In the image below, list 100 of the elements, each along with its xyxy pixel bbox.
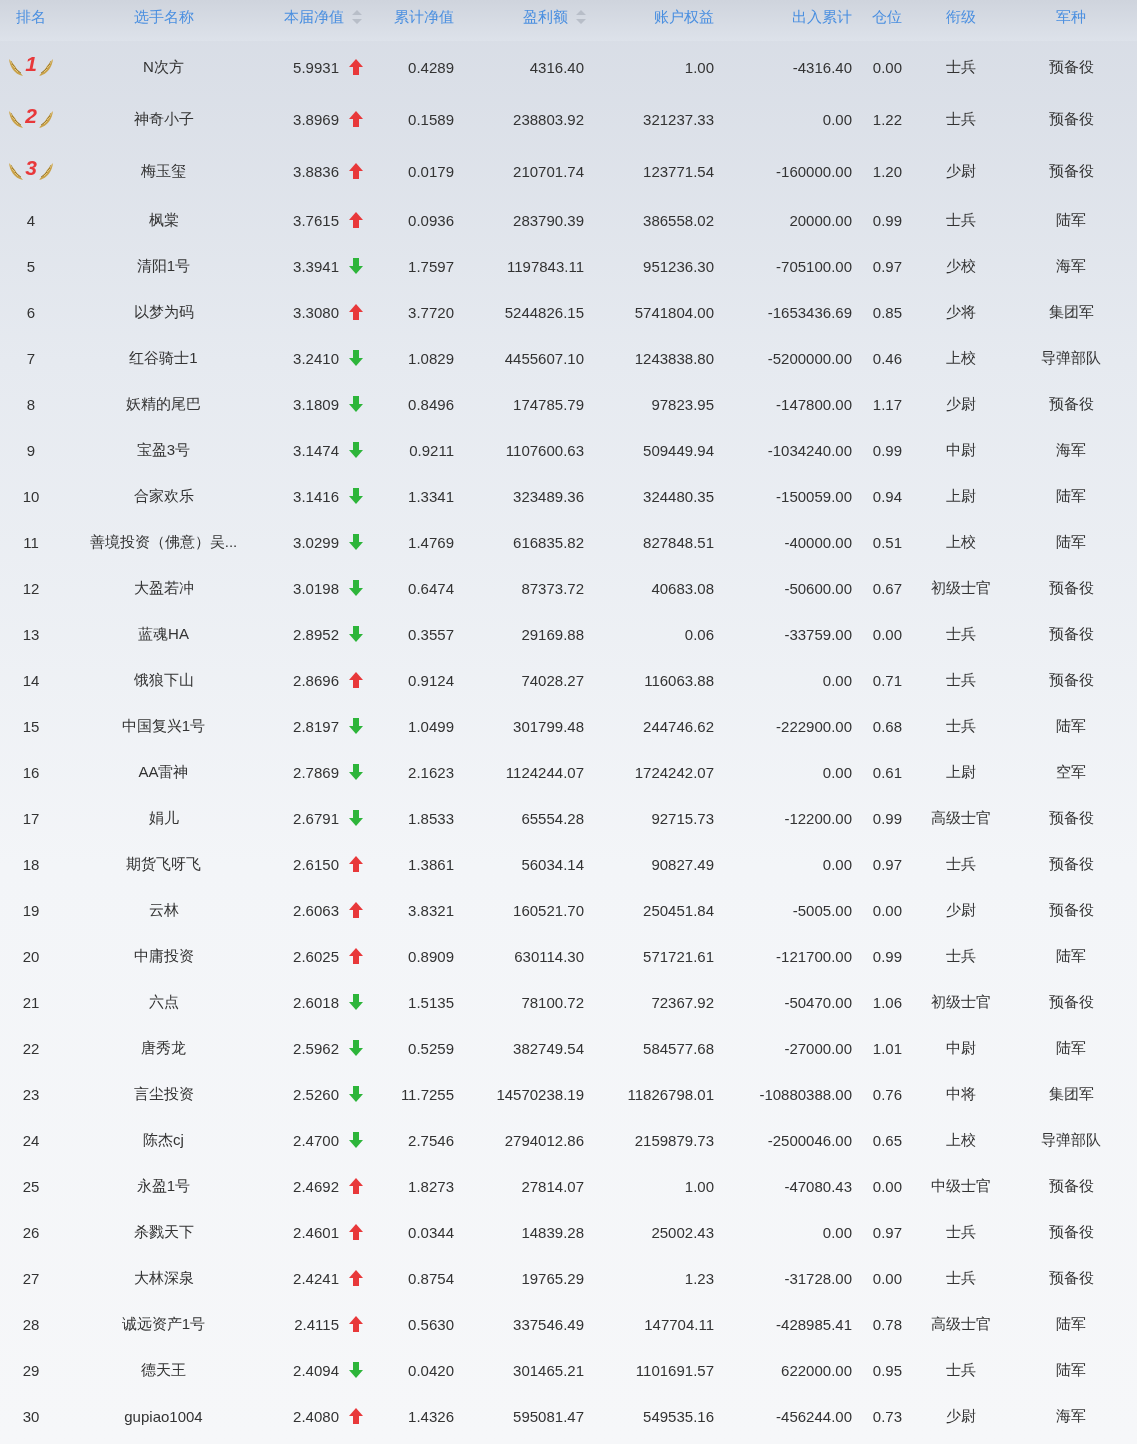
table-cell: 56034.14	[521, 855, 584, 873]
table-cell: 0.65	[872, 1131, 902, 1149]
table-cell: 集团军	[1048, 302, 1094, 320]
table-cell: 导弹部队	[1041, 1130, 1101, 1148]
table-cell: 116063.88	[644, 671, 714, 689]
table-cell: 永盈1号	[136, 1176, 191, 1194]
column-header: 累计净值	[394, 7, 454, 27]
table-cell: 清阳1号	[136, 256, 191, 274]
table-cell: 预备役	[1048, 1222, 1094, 1240]
rank-number: 27	[22, 1269, 40, 1287]
table-cell: 3.7720	[408, 303, 454, 321]
rank-number: 8	[26, 395, 36, 413]
rank-number: 3	[25, 156, 37, 180]
table-cell: 士兵	[946, 1268, 976, 1286]
rank-number: 29	[22, 1361, 40, 1379]
rank-number: 9	[26, 441, 36, 459]
table-cell: 210701.74	[513, 162, 584, 180]
rank-number: 4	[26, 211, 36, 229]
rank-number: 22	[22, 1039, 40, 1057]
table-cell: 德天王	[141, 1360, 186, 1378]
table-cell: 0.71	[872, 671, 902, 689]
table-cell: 1724242.07	[634, 763, 714, 781]
table-cell: 梅玉玺	[141, 161, 186, 179]
table-cell: 5244826.15	[504, 303, 584, 321]
table-cell: 2.4115	[294, 1315, 339, 1333]
table-cell: 0.00	[822, 110, 852, 128]
table-cell: 神奇小子	[133, 109, 194, 127]
table-cell: 90827.49	[651, 855, 714, 873]
table-cell: 士兵	[946, 57, 976, 75]
table-cell: 549535.16	[643, 1407, 714, 1425]
rank-number: 25	[22, 1177, 40, 1195]
table-cell: 1.23	[684, 1269, 714, 1287]
table-cell: 250451.84	[643, 901, 714, 919]
column-header: 仓位	[872, 7, 902, 27]
table-cell: -33759.00	[784, 625, 852, 643]
table-cell: -1034240.00	[767, 441, 852, 459]
table-cell: 大盈若冲	[133, 578, 194, 596]
table-cell: 1.0829	[408, 349, 454, 367]
table-cell: 321237.33	[643, 110, 714, 128]
column-header: 出入累计	[792, 7, 852, 27]
table-cell: 1.0499	[408, 717, 454, 735]
table-cell: 11.7255	[400, 1085, 454, 1103]
table-cell: 0.99	[872, 947, 902, 965]
table-cell: -12200.00	[784, 809, 852, 827]
table-cell: 1.06	[872, 993, 902, 1011]
column-header[interactable]: 盈利额	[523, 7, 568, 27]
table-cell: 妖精的尾巴	[126, 394, 201, 412]
table-cell: 士兵	[946, 854, 976, 872]
table-cell: 0.06	[684, 625, 714, 643]
table-cell: 0.9124	[408, 671, 454, 689]
rank-number: 15	[22, 717, 40, 735]
table-cell: 2.8197	[293, 717, 339, 735]
table-cell: 0.99	[872, 211, 902, 229]
table-cell: 595081.47	[513, 1407, 584, 1425]
table-cell: 3.8969	[293, 110, 339, 128]
rank-number: 6	[26, 303, 36, 321]
column-header[interactable]: 本届净值	[284, 7, 344, 27]
table-cell: 5.9931	[293, 58, 339, 76]
table-cell: 1.5135	[408, 993, 454, 1011]
table-cell: 616835.82	[513, 533, 584, 551]
sort-icon[interactable]	[352, 10, 362, 24]
table-cell: 1243838.80	[634, 349, 714, 367]
table-cell: 预备役	[1048, 992, 1094, 1010]
column-header: 排名	[16, 7, 46, 27]
table-cell: 386558.02	[643, 211, 714, 229]
table-cell: 士兵	[946, 670, 976, 688]
table-cell: -47080.43	[784, 1177, 852, 1195]
table-cell: 301465.21	[513, 1361, 584, 1379]
table-cell: 预备役	[1048, 1268, 1094, 1286]
table-cell: 士兵	[946, 1222, 976, 1240]
table-cell: 0.3557	[408, 625, 454, 643]
table-cell: 初级士官	[931, 992, 991, 1010]
table-cell: 少将	[946, 302, 976, 320]
table-cell: 1.3861	[408, 855, 454, 873]
table-cell: 陆军	[1056, 716, 1086, 734]
table-cell: 期货飞呀飞	[126, 854, 201, 872]
table-cell: 少尉	[946, 394, 976, 412]
table-cell: 0.46	[872, 349, 902, 367]
table-cell: AA雷神	[138, 762, 189, 780]
table-cell: 0.00	[822, 763, 852, 781]
table-cell: 244746.62	[643, 717, 714, 735]
table-cell: 20000.00	[789, 211, 852, 229]
table-cell: 3.1809	[293, 395, 339, 413]
table-cell: 0.99	[872, 809, 902, 827]
table-cell: -160000.00	[776, 162, 852, 180]
table-cell: 40683.08	[651, 579, 714, 597]
table-cell: 0.8496	[408, 395, 454, 413]
table-cell: 0.00	[872, 58, 902, 76]
table-cell: 陆军	[1056, 486, 1086, 504]
table-cell: 上校	[946, 532, 976, 550]
table-cell: 士兵	[946, 946, 976, 964]
sort-icon[interactable]	[576, 10, 586, 24]
table-cell: 陆军	[1056, 1314, 1086, 1332]
table-cell: 1.01	[872, 1039, 902, 1057]
table-cell: 2.6025	[293, 947, 339, 965]
table-cell: -705100.00	[776, 257, 852, 275]
table-cell: 预备役	[1048, 624, 1094, 642]
table-cell: 诚远资产1号	[121, 1314, 206, 1332]
table-cell: 中尉	[946, 1038, 976, 1056]
table-cell: 2.4700	[293, 1131, 339, 1149]
